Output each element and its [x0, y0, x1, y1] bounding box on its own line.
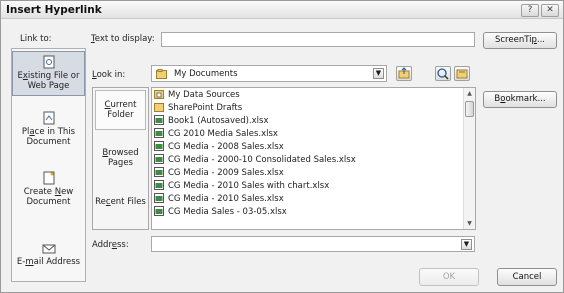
folder-icon [154, 103, 164, 112]
scroll-down-icon[interactable]: ▼ [464, 218, 475, 229]
list-item[interactable]: CG Media - 2000-10 Consolidated Sales.xl… [154, 154, 356, 166]
text-to-display-label: Text to display: [91, 34, 155, 44]
help-icon: ? [527, 5, 533, 15]
scroll-thumb[interactable] [465, 101, 474, 117]
excel-file-icon [154, 128, 164, 138]
close-button[interactable]: ✕ [541, 4, 559, 17]
screentip-button[interactable]: ScreenTip... [483, 32, 557, 49]
look-in-value: My Documents [174, 69, 238, 79]
scope-browsed-pages[interactable]: Browsed Pages [95, 148, 146, 168]
documents-folder-icon [156, 69, 167, 79]
list-item[interactable]: CG Media Sales - 03-05.xlsx [154, 206, 287, 218]
cancel-button[interactable]: Cancel [497, 268, 557, 286]
scope-current-folder[interactable]: Current Folder [95, 90, 146, 130]
link-existing-file-or-web-page[interactable]: Existing File or Web Page [12, 51, 85, 96]
link-to-label: Link to: [20, 34, 52, 44]
chevron-down-icon[interactable]: ▼ [373, 68, 384, 79]
link-email-address[interactable]: E-mail Address [12, 241, 85, 267]
look-in-label: Look in: [92, 70, 126, 80]
insert-hyperlink-dialog: Insert Hyperlink ? ✕ Link to: Text to di… [0, 0, 564, 293]
scope-pane: Current Folder Browsed Pages Recent File… [92, 87, 149, 230]
excel-file-icon [154, 141, 164, 151]
list-item[interactable]: SharePoint Drafts [154, 102, 242, 114]
new-document-icon [43, 171, 54, 185]
list-item[interactable]: My Data Sources [154, 89, 240, 101]
existing-file-icon [43, 55, 54, 69]
ok-button[interactable]: OK [419, 268, 479, 286]
browse-file-icon [456, 69, 468, 79]
browse-web-icon [437, 68, 449, 80]
link-to-pane: Existing File or Web Page Place in This … [11, 48, 86, 282]
bookmark-button[interactable]: Bookmark... [483, 91, 557, 108]
look-in-dropdown[interactable]: My Documents ▼ [151, 65, 387, 82]
excel-file-icon [154, 180, 164, 190]
text-to-display-input[interactable] [161, 32, 475, 47]
link-place-in-this-document[interactable]: Place in This Document [12, 111, 85, 147]
excel-file-icon [154, 154, 164, 164]
list-item[interactable]: CG Media - 2010 Sales with chart.xlsx [154, 180, 329, 192]
close-icon: ✕ [546, 5, 554, 15]
excel-file-icon [154, 193, 164, 203]
place-in-document-icon [43, 111, 54, 125]
browse-web-button[interactable] [435, 66, 451, 81]
browse-file-button[interactable] [454, 66, 470, 81]
email-icon [42, 244, 55, 254]
excel-file-icon [154, 115, 164, 125]
address-input[interactable]: ▼ [151, 236, 475, 252]
up-folder-icon [398, 67, 410, 79]
scope-recent-files[interactable]: Recent Files [95, 197, 146, 207]
address-label: Address: [92, 240, 129, 250]
folder-data-icon [154, 90, 164, 99]
link-create-new-document[interactable]: Create New Document [12, 171, 85, 207]
list-item[interactable]: CG Media - 2008 Sales.xlsx [154, 141, 284, 153]
excel-file-icon [154, 206, 164, 216]
chevron-down-icon[interactable]: ▼ [461, 239, 472, 250]
list-item[interactable]: CG 2010 Media Sales.xlsx [154, 128, 278, 140]
file-list[interactable]: My Data Sources SharePoint Drafts Book1 … [151, 87, 476, 230]
up-one-folder-button[interactable] [396, 66, 412, 81]
scroll-up-icon[interactable]: ▲ [464, 88, 475, 99]
list-item[interactable]: Book1 (Autosaved).xlsx [154, 115, 268, 127]
file-list-scrollbar[interactable]: ▲ ▼ [463, 88, 475, 229]
dialog-title: Insert Hyperlink [6, 4, 102, 16]
help-button[interactable]: ? [521, 4, 539, 17]
list-item[interactable]: CG Media - 2010 Sales.xlsx [154, 193, 284, 205]
excel-file-icon [154, 167, 164, 177]
title-bar[interactable]: Insert Hyperlink ? ✕ [1, 1, 563, 19]
list-item[interactable]: CG Media - 2009 Sales.xlsx [154, 167, 284, 179]
